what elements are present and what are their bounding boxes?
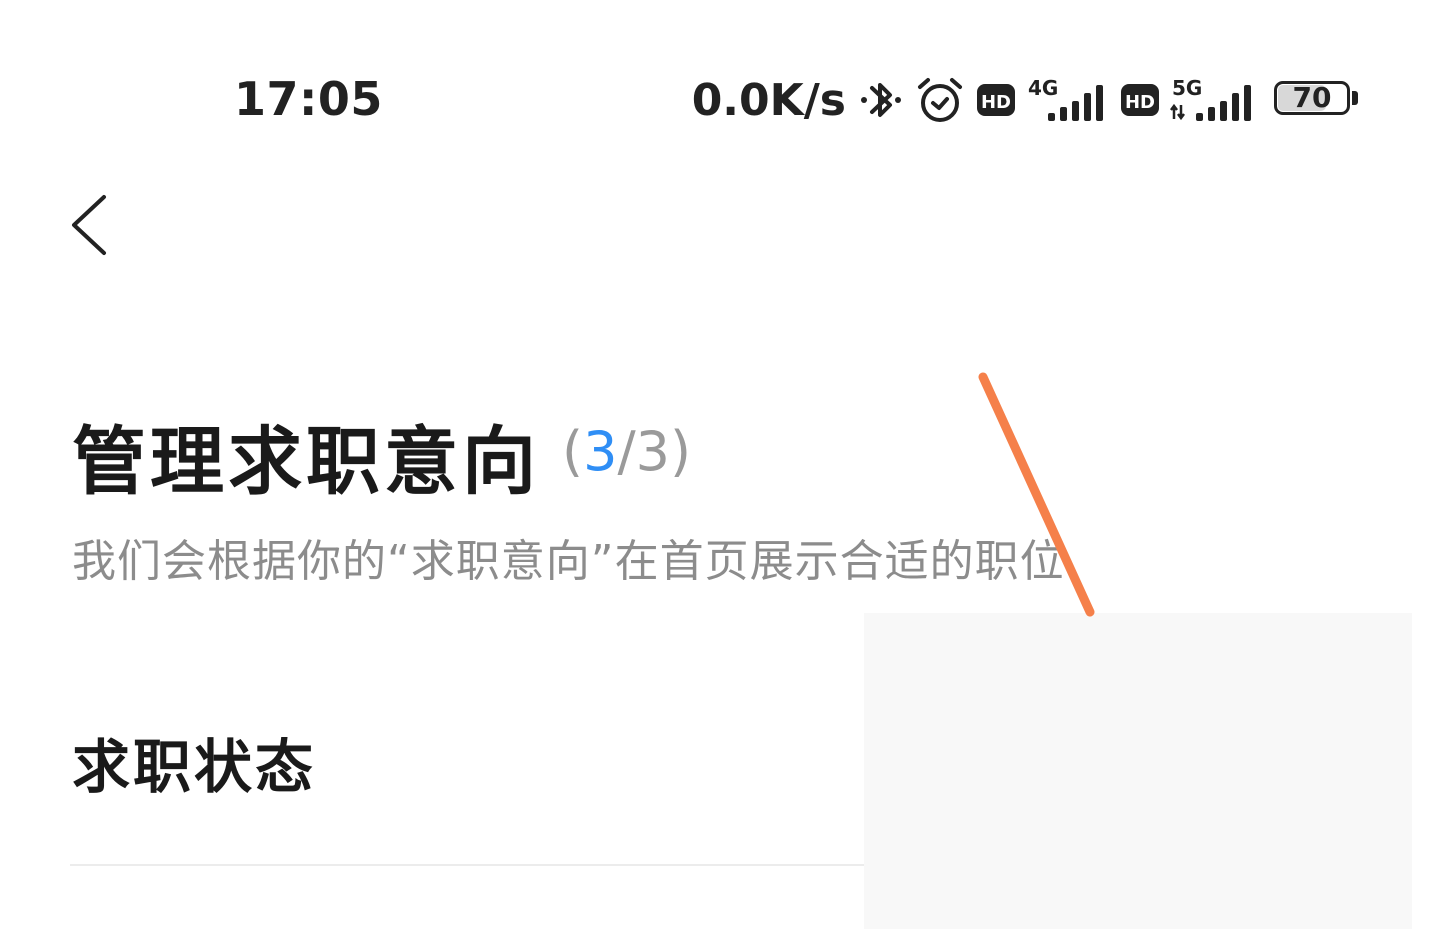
- chevron-left-icon: [72, 195, 106, 255]
- signal-bars-icon: 5G: [1170, 75, 1258, 125]
- page-subtitle: 我们会根据你的“求职意向”在首页展示合适的职位: [72, 536, 1065, 587]
- battery-level: 70: [1292, 81, 1332, 114]
- status-time: 17:05: [234, 72, 383, 126]
- network-label-5g: 5G: [1172, 76, 1202, 100]
- back-button[interactable]: [60, 185, 130, 265]
- section-title-job-status[interactable]: 求职状态: [72, 720, 316, 804]
- status-icons: 0.0K/s HD 4G HD 5G 70: [692, 72, 1360, 128]
- battery-cap: [1352, 91, 1358, 105]
- counter-current: 3: [583, 420, 618, 483]
- section-title-text: 求职状态: [72, 733, 317, 801]
- hd-badge-text: HD: [981, 92, 1011, 113]
- status-bar: 17:05 0.0K/s HD 4G HD 5G 70: [0, 0, 1440, 150]
- hd-badge-text: HD: [1125, 92, 1155, 113]
- intent-counter: (3/3): [562, 420, 691, 483]
- alarm-icon: [914, 75, 966, 125]
- hd-badge-icon: HD: [1120, 80, 1160, 120]
- divider: [70, 864, 870, 866]
- net-speed: 0.0K/s: [691, 74, 846, 126]
- counter-open: (: [562, 420, 584, 483]
- counter-total: /3): [617, 420, 692, 483]
- bluetooth-icon: [858, 75, 904, 125]
- redacted-overlay: [864, 613, 1412, 929]
- signal-bars-icon: 4G: [1026, 75, 1110, 125]
- hd-badge-icon: HD: [976, 80, 1016, 120]
- page-title: 管理求职意向: [72, 419, 540, 505]
- battery-icon: 70: [1274, 81, 1360, 119]
- network-label-4g: 4G: [1028, 76, 1058, 100]
